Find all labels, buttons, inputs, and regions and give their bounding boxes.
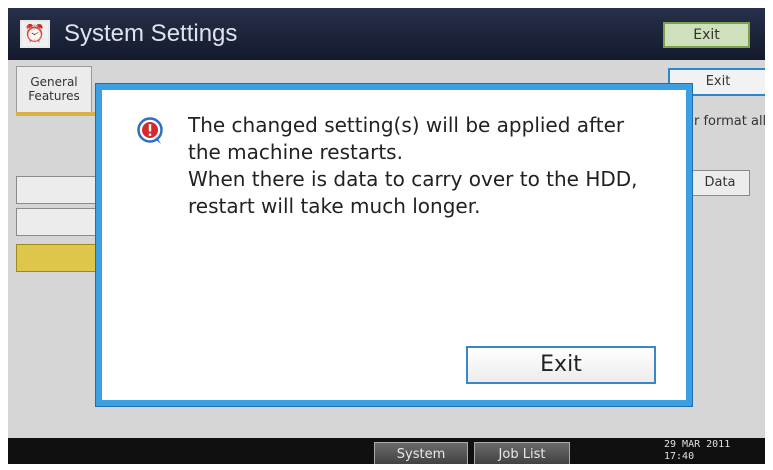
date-text: 29 MAR 2011: [664, 439, 731, 450]
dialog-exit-button[interactable]: Exit: [466, 346, 656, 384]
warning-bubble-icon: [137, 117, 163, 144]
side-button-selected[interactable]: [16, 244, 106, 272]
dialog-line: restart will take much longer.: [188, 194, 481, 218]
dialog-line: The changed setting(s) will be applied a…: [188, 113, 625, 137]
printer-panel-screen: ⏰ System Settings Exit General Features …: [8, 8, 765, 464]
tab-general-features[interactable]: General Features: [16, 66, 92, 116]
time-text: 17:40: [664, 451, 695, 462]
data-button[interactable]: Data: [690, 170, 750, 196]
restart-confirm-dialog: The changed setting(s) will be applied a…: [96, 84, 692, 406]
system-settings-icon: ⏰: [20, 20, 50, 48]
status-bar: System Status Job List 29 MAR 2011 17:40: [8, 438, 765, 464]
format-all-label: r format all: [694, 114, 765, 129]
job-list-button[interactable]: Job List: [474, 442, 570, 464]
page-title: System Settings: [64, 20, 238, 47]
datetime-display: 29 MAR 2011 17:40: [664, 439, 730, 463]
title-bar: ⏰ System Settings Exit: [8, 8, 765, 60]
side-button-2[interactable]: [16, 208, 106, 236]
side-button-1[interactable]: [16, 176, 106, 204]
dialog-line: the machine restarts.: [188, 140, 403, 164]
system-status-button[interactable]: System Status: [374, 442, 468, 464]
dialog-line: When there is data to carry over to the …: [188, 167, 638, 191]
dialog-message: The changed setting(s) will be applied a…: [188, 112, 678, 220]
header-exit-button[interactable]: Exit: [663, 22, 750, 48]
